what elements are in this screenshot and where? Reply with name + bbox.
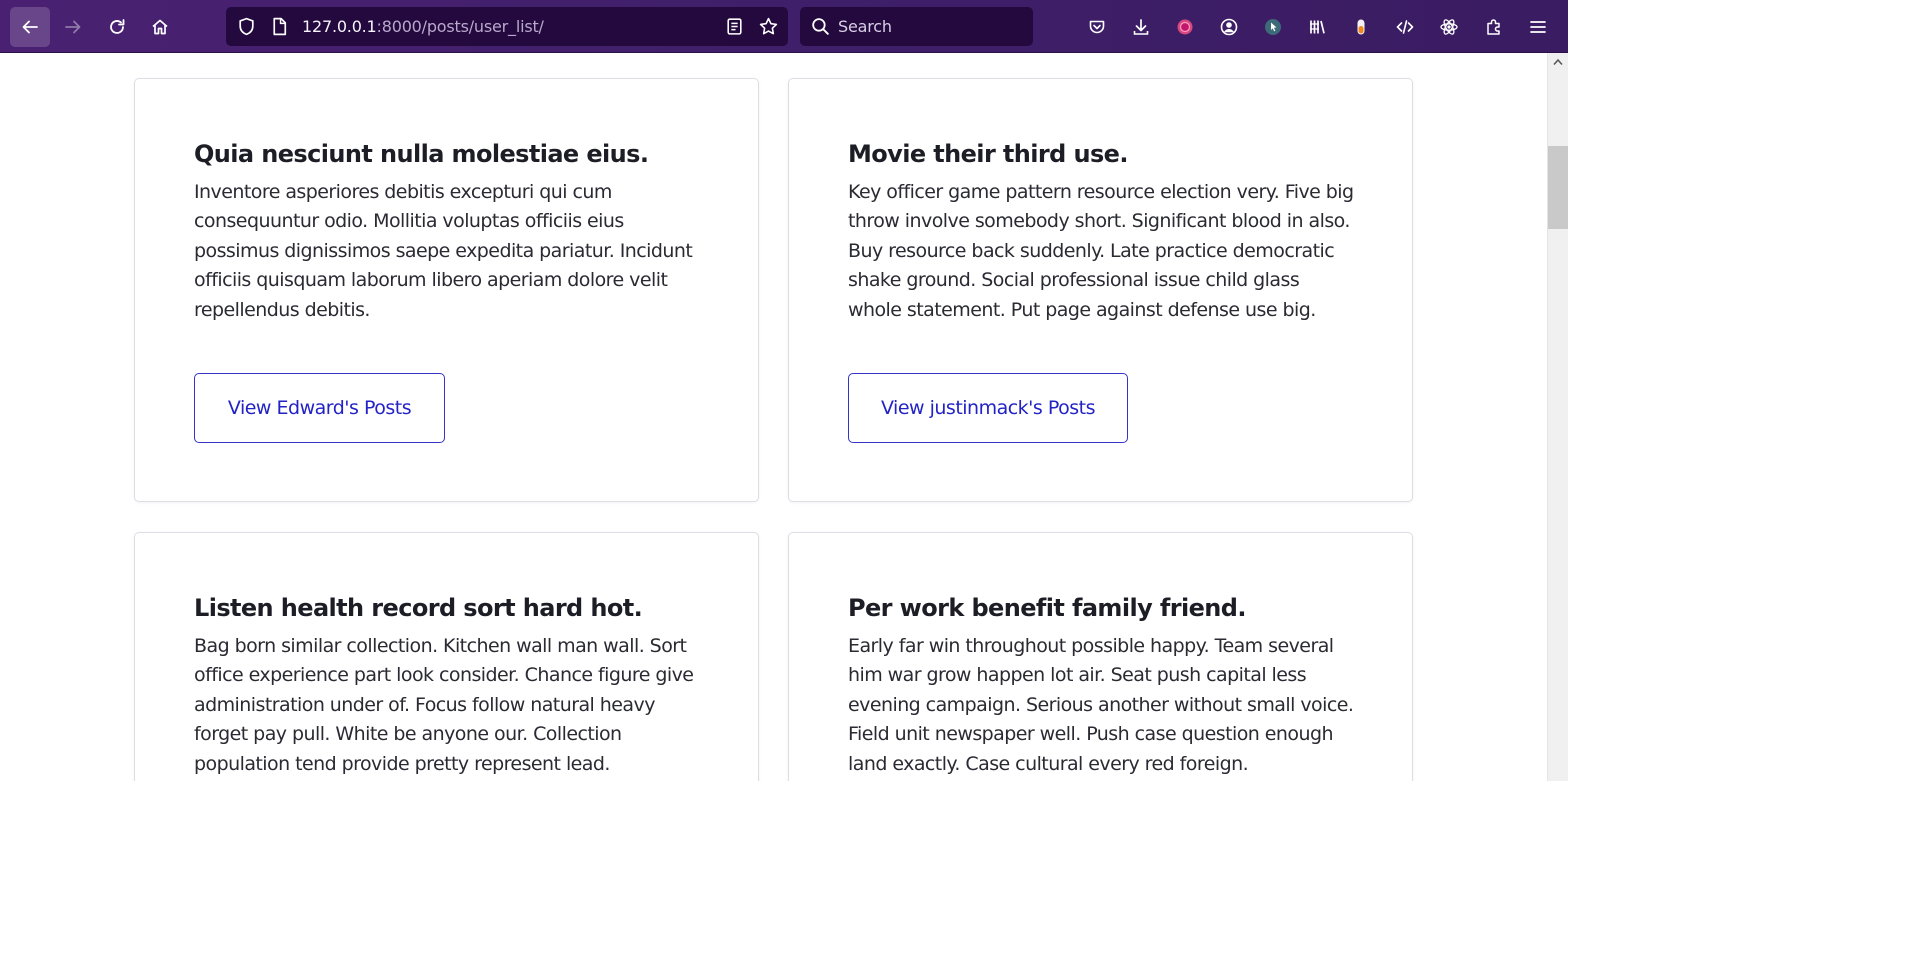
card-title: Quia nesciunt nulla molestiae eius. — [194, 140, 649, 168]
search-bar[interactable]: Search — [800, 7, 1033, 46]
search-icon — [812, 18, 829, 35]
react-devtools-button[interactable] — [1429, 7, 1469, 47]
pocket-button[interactable] — [1077, 7, 1117, 47]
user-card: Listen health record sort hard hot. Bag … — [134, 532, 759, 781]
card-title: Per work benefit family friend. — [848, 594, 1246, 622]
scrollbar-thumb[interactable] — [1548, 146, 1568, 229]
extensions-icon — [1487, 19, 1500, 35]
dev-tools-icon — [1396, 20, 1414, 34]
account-icon — [1220, 18, 1238, 36]
view-posts-button[interactable]: View justinmack's Posts — [848, 373, 1128, 443]
reload-icon — [110, 19, 125, 34]
chevron-up-icon — [1553, 58, 1563, 65]
bookmark-star-icon[interactable] — [758, 16, 779, 37]
account-button[interactable] — [1209, 7, 1249, 47]
url-text[interactable]: 127.0.0.1:8000/posts/user_list/ — [302, 16, 544, 37]
download-button[interactable] — [1121, 7, 1161, 47]
page-viewport: Quia nesciunt nulla molestiae eius. Inve… — [0, 53, 1547, 781]
user-card: Quia nesciunt nulla molestiae eius. Inve… — [134, 78, 759, 502]
library-icon — [1310, 20, 1325, 34]
extension-circle-icon — [1177, 19, 1193, 35]
url-bar[interactable]: 127.0.0.1:8000/posts/user_list/ — [226, 7, 788, 46]
extension-circle-button[interactable] — [1165, 7, 1205, 47]
back-icon — [22, 20, 38, 34]
reader-view-icon[interactable] — [724, 16, 745, 37]
page-icon[interactable] — [269, 16, 290, 37]
menu-button[interactable] — [1518, 7, 1558, 47]
scroll-up-button[interactable] — [1548, 55, 1568, 69]
download-icon — [1133, 19, 1149, 35]
url-path: :8000/posts/user_list/ — [376, 17, 544, 36]
extension-cursor-icon — [1265, 19, 1281, 35]
extension-toggle-button[interactable] — [1341, 7, 1381, 47]
extensions-button[interactable] — [1474, 7, 1514, 47]
extension-cursor-button[interactable] — [1253, 7, 1293, 47]
view-posts-button[interactable]: View Edward's Posts — [194, 373, 445, 443]
browser-toolbar: 127.0.0.1:8000/posts/user_list/ Search — [0, 0, 1568, 53]
user-card: Per work benefit family friend. Early fa… — [788, 532, 1413, 781]
page-scrollbar[interactable] — [1547, 53, 1568, 781]
card-title: Movie their third use. — [848, 140, 1128, 168]
home-icon — [152, 19, 168, 35]
card-body: Key officer game pattern resource electi… — [848, 181, 1354, 321]
react-icon — [1440, 19, 1458, 35]
pocket-icon — [1089, 20, 1105, 34]
shield-icon[interactable] — [236, 16, 257, 37]
dev-tools-button[interactable] — [1385, 7, 1425, 47]
card-body: Bag born similar collection. Kitchen wal… — [194, 635, 694, 775]
menu-icon — [1530, 21, 1546, 33]
reload-button[interactable] — [97, 7, 137, 47]
extension-toggle-icon — [1357, 19, 1365, 35]
search-placeholder: Search — [838, 17, 892, 36]
card-title: Listen health record sort hard hot. — [194, 594, 643, 622]
forward-button[interactable] — [53, 7, 93, 47]
url-host: 127.0.0.1 — [302, 17, 377, 36]
home-button[interactable] — [140, 7, 180, 47]
user-card: Movie their third use. Key officer game … — [788, 78, 1413, 502]
card-body: Early far win throughout possible happy.… — [848, 635, 1354, 775]
forward-icon — [65, 20, 81, 34]
card-body: Inventore asperiores debitis excepturi q… — [194, 181, 693, 321]
library-button[interactable] — [1297, 7, 1337, 47]
back-button[interactable] — [10, 7, 50, 47]
